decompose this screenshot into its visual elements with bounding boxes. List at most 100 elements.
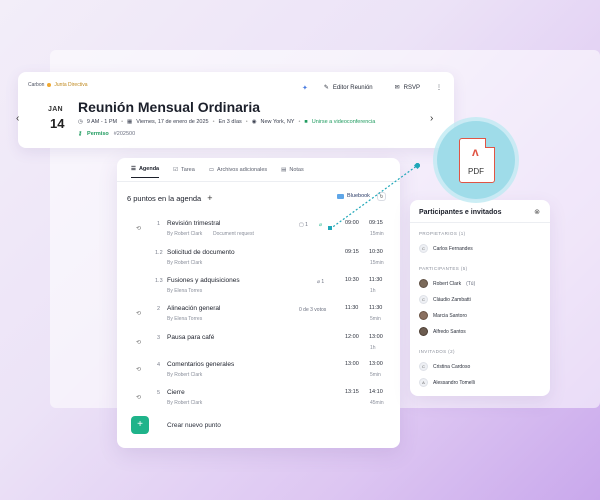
tab-bar: ☰ Agenda ☑ Tarea ▭ Archivos adicionales … (131, 166, 304, 178)
agenda-row[interactable]: ⟲ 2 Alineación general By Elena Torres 0… (117, 304, 400, 332)
agenda-item-author: By Elena Torres (167, 316, 203, 322)
date-month: JAN (48, 106, 63, 113)
agenda-row[interactable]: ⟲ 4 Comentarios generales By Robert Clar… (117, 360, 400, 388)
tab-agenda[interactable]: ☰ Agenda (131, 166, 160, 178)
agenda-row[interactable]: ⟲ 3 Pausa para café 12:00 13:00 1h (117, 333, 400, 361)
participant-item[interactable]: A Alessandro Tomelli (419, 378, 475, 387)
rsvp-button[interactable]: ✉ RSVP (389, 80, 426, 95)
sub-org-name: Junta Directiva (54, 82, 88, 88)
participant-item[interactable]: C Cláudio Zambatti (419, 295, 471, 304)
tab-tarea[interactable]: ☑ Tarea (173, 166, 195, 178)
agenda-item-author: By Robert Clark (167, 260, 203, 266)
mail-icon: ✉ (394, 85, 400, 91)
agenda-item-title: Alineación general (167, 305, 221, 312)
acrobat-icon: ᴧ (472, 145, 479, 159)
participants-divider (410, 222, 550, 223)
document-badge: Document request (213, 231, 254, 237)
agenda-item-title: Solicitud de documento (167, 249, 235, 256)
status-dot (47, 83, 52, 87)
editor-button[interactable]: ✎ Editor Reunión (318, 80, 379, 95)
drag-icon[interactable]: ⟲ (136, 394, 141, 401)
drag-icon[interactable]: ⟲ (136, 339, 141, 346)
video-icon: ■ (304, 119, 308, 125)
agenda-count: 6 puntos en la agenda + (127, 193, 213, 203)
participants-title: Participantes e invitados (419, 209, 502, 216)
next-arrow-icon[interactable]: › (430, 113, 433, 124)
note-icon: ▤ (281, 166, 287, 173)
sparkle-icon[interactable]: ✦ (302, 84, 308, 92)
agenda-item-author: By Robert Clark (167, 400, 203, 406)
video-link[interactable]: Unirse a videoconferencia (312, 119, 376, 125)
avatar: A (419, 378, 428, 387)
agenda-item-author: By Robert Clark (167, 372, 203, 378)
agenda-row[interactable]: ⟲ 5 Cierre By Robert Clark 13:15 14:10 4… (117, 388, 400, 416)
avatar (419, 279, 428, 288)
group-label: INVITADOS (2) (419, 349, 455, 354)
pdf-icon[interactable]: ᴧ PDF (459, 138, 495, 183)
create-item-row[interactable]: + Crear nuevo punto (131, 416, 221, 434)
attachment-count: 1 (321, 279, 325, 285)
calendar-icon: ▦ (127, 119, 133, 125)
attachment-icon: ⌀ (317, 279, 321, 285)
editor-label: Editor Reunión (332, 84, 373, 91)
participant-item[interactable]: Marcia Santoro (419, 311, 467, 320)
agenda-item-author: By Elena Torres (167, 288, 203, 294)
avatar (419, 327, 428, 336)
attachment-icon[interactable]: ⌀ (319, 222, 322, 228)
key-icon: ⚷ (78, 131, 83, 137)
participants-card: Participantes e invitados ⊗ PROPIETARIOS… (410, 200, 550, 396)
agenda-item-title: Pausa para café (167, 334, 215, 341)
participant-item[interactable]: Robert Clark (Tú) (419, 279, 475, 288)
participant-item[interactable]: Alfredo Santos (419, 327, 466, 336)
agenda-item-author: By Robert Clark (167, 231, 203, 237)
permission-link[interactable]: Permiso (87, 131, 109, 137)
meeting-code: #202500 (113, 131, 136, 137)
location-icon: ◉ (251, 119, 257, 125)
tab-notas[interactable]: ▤ Notas (281, 166, 304, 178)
tab-archivos[interactable]: ▭ Archivos adicionales (209, 166, 267, 178)
close-icon[interactable]: ⊗ (534, 208, 540, 216)
date-day: 14 (50, 116, 65, 131)
meeting-time: 9 AM - 1 PM (86, 119, 118, 125)
prev-arrow-icon[interactable]: ‹ (16, 113, 19, 124)
drag-icon[interactable]: ⟲ (136, 225, 141, 232)
pencil-icon: ✎ (323, 85, 329, 91)
participant-item[interactable]: C Cristina Cardoso (419, 362, 470, 371)
agenda-item-title: Cierre (167, 389, 185, 396)
add-item-icon[interactable]: + (207, 193, 212, 203)
agenda-item-title: Fusiones y adquisiciones (167, 277, 240, 284)
meeting-date: Viernes, 17 de enero de 2025 (136, 119, 209, 125)
agenda-row[interactable]: 1.3 Fusiones y adquisiciones By Elena To… (117, 276, 400, 304)
avatar: C (419, 295, 428, 304)
breadcrumb[interactable]: Carbon Junta Directiva (28, 82, 87, 88)
meeting-location: New York, NY (260, 119, 295, 125)
avatar: C (419, 244, 428, 253)
avatar: C (419, 362, 428, 371)
comment-icon: ▢ (299, 222, 304, 228)
pdf-label: PDF (468, 167, 484, 176)
group-label: PARTICIPANTES (5) (419, 266, 468, 271)
page-title: Reunión Mensual Ordinaria (78, 99, 261, 115)
permission-row: ⚷ Permiso #202500 (78, 131, 135, 137)
relative-date: En 3 días (218, 119, 242, 125)
agenda-item-title: Revisión trimestral (167, 220, 221, 227)
create-item-label[interactable]: Crear nuevo punto (167, 422, 221, 429)
clock-icon: ◷ (78, 119, 83, 125)
header-actions: ✦ ✎ Editor Reunión ✉ RSVP ⋮ (302, 80, 442, 95)
drag-icon[interactable]: ⟲ (136, 310, 141, 317)
comment-count: 1 (305, 222, 308, 228)
agenda-row[interactable]: 1.2 Solicitud de documento By Robert Cla… (117, 248, 400, 276)
votes-count: 0 de 3 votos (299, 307, 327, 313)
participant-item[interactable]: C Carlos Fernandes (419, 244, 473, 253)
agenda-item-title: Comentarios generales (167, 361, 235, 368)
drag-icon[interactable]: ⟲ (136, 366, 141, 373)
more-icon[interactable]: ⋮ (436, 84, 442, 91)
folder-icon: ▭ (208, 166, 215, 173)
avatar (419, 311, 428, 320)
group-label: PROPIETARIOS (1) (419, 231, 466, 236)
agenda-icon: ☰ (131, 166, 136, 172)
checkbox-icon: ☑ (173, 166, 179, 173)
rsvp-label: RSVP (403, 84, 420, 91)
create-item-button[interactable]: + (131, 416, 149, 434)
connector-line (328, 163, 420, 230)
